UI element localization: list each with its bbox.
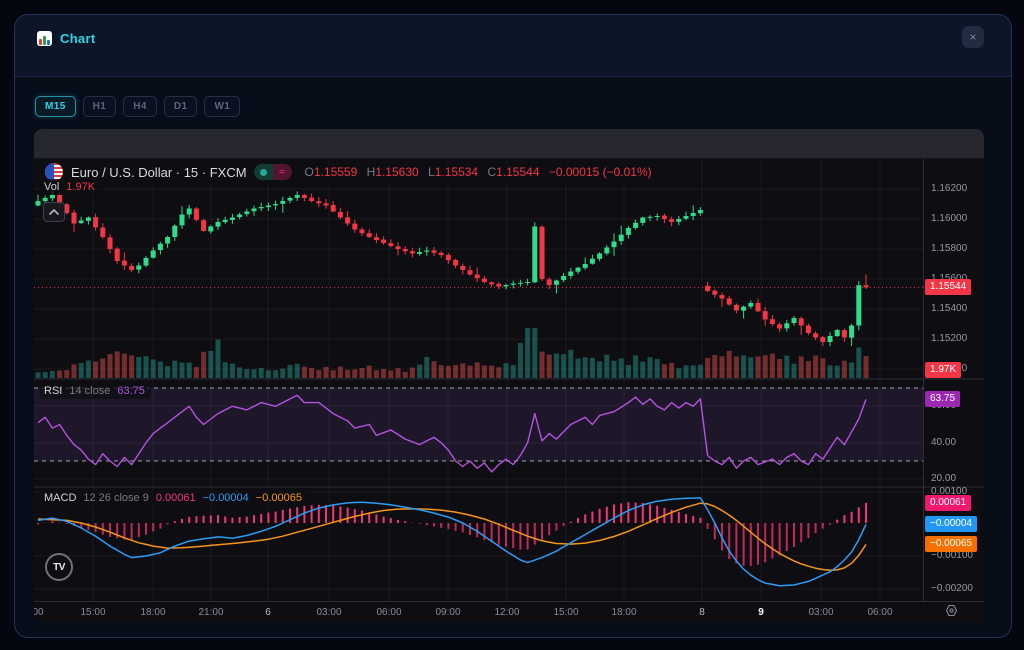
bar-chart-icon — [37, 31, 52, 46]
chart-canvas[interactable] — [34, 129, 984, 622]
time-axis-separator — [34, 601, 984, 602]
timeframe-d1[interactable]: D1 — [164, 96, 198, 117]
timeframe-m15[interactable]: M15 — [35, 96, 76, 117]
timeframe-w1[interactable]: W1 — [204, 96, 240, 117]
macd-pane — [38, 498, 866, 586]
tradingview-widget: Euro / U.S. Dollar · 15 · FXCM ≈ O1.1555… — [34, 129, 984, 622]
rsi-pane — [34, 388, 923, 472]
timeframe-h1[interactable]: H1 — [83, 96, 117, 117]
price-axis-separator — [923, 158, 924, 601]
timeframe-row: M15 H1 H4 D1 W1 — [35, 96, 240, 117]
chart-toolbar — [34, 129, 984, 159]
chart-grid — [34, 158, 984, 601]
window-header: Chart × — [15, 15, 1011, 77]
collapse-legend-button[interactable] — [43, 202, 65, 222]
timeframe-h4[interactable]: H4 — [123, 96, 157, 117]
close-button[interactable]: × — [962, 26, 984, 48]
time-axis-settings-icon[interactable] — [944, 603, 959, 622]
window-title: Chart — [60, 31, 95, 46]
chevron-up-icon — [44, 203, 64, 221]
chart-window: Chart × M15 H1 H4 D1 W1 Euro / U.S. Dollar ·… — [14, 14, 1012, 638]
tradingview-logo[interactable]: TV — [45, 553, 73, 581]
